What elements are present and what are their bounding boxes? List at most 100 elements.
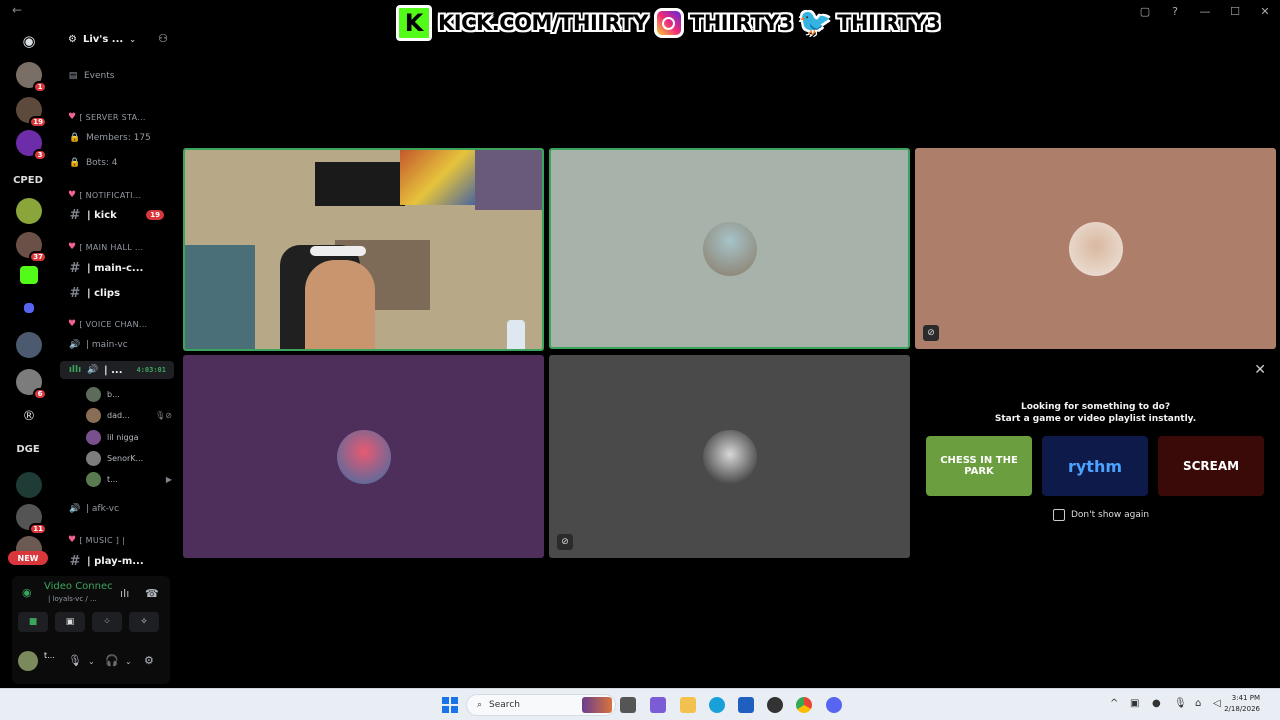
server-icon[interactable]: ® bbox=[16, 403, 42, 429]
video-tile-participant[interactable]: ⊘ bbox=[915, 148, 1276, 349]
server-icon[interactable]: 37 bbox=[16, 232, 47, 263]
gear-icon[interactable]: ⚙ bbox=[144, 654, 154, 667]
category-server-stats[interactable]: ♥ [ SERVER STA... bbox=[56, 108, 178, 126]
app-icon[interactable] bbox=[767, 697, 783, 713]
camera-button[interactable]: ■ bbox=[18, 612, 48, 632]
back-arrow-icon[interactable]: ← bbox=[12, 3, 22, 17]
voice-channel-main-vc[interactable]: 🔊 | main-vc bbox=[56, 336, 178, 354]
microphone-icon[interactable]: 🎙 bbox=[1174, 698, 1187, 709]
add-person-icon[interactable]: ⚇ bbox=[158, 32, 168, 45]
category-label: [ MAIN HALL ... bbox=[79, 242, 144, 252]
voice-channel-path[interactable]: | loyals-vc / ... bbox=[48, 595, 97, 603]
muted-mic-icon: ⊘ bbox=[557, 534, 573, 550]
server-label[interactable]: CPED bbox=[8, 167, 48, 193]
screen-share-button[interactable]: ▣ bbox=[55, 612, 85, 632]
voice-status[interactable]: Video Connec bbox=[44, 581, 113, 592]
category-music[interactable]: ♥ [ MUSIC ] | bbox=[56, 531, 178, 549]
heart-icon: ♥ bbox=[68, 112, 77, 122]
category-main-hall[interactable]: ♥ [ MAIN HALL ... bbox=[56, 238, 178, 256]
dont-show-again[interactable]: Don't show again bbox=[1053, 509, 1149, 521]
close-button[interactable]: ✕ bbox=[1250, 0, 1280, 22]
minimize-button[interactable]: — bbox=[1190, 0, 1220, 22]
avatar bbox=[86, 386, 101, 402]
chevron-down-icon[interactable]: ⌄ bbox=[88, 657, 95, 666]
server-settings-icon: ⚙ bbox=[68, 33, 77, 45]
category-voice[interactable]: ♥ [ VOICE CHAN... bbox=[56, 315, 178, 333]
avatar[interactable] bbox=[18, 651, 38, 671]
help-icon[interactable]: ? bbox=[1160, 0, 1190, 22]
server-label[interactable]: DGE bbox=[8, 436, 48, 462]
category-notifications[interactable]: ♥ [ NOTIFICATI... bbox=[56, 186, 178, 204]
inbox-icon[interactable]: ▢ bbox=[1130, 0, 1160, 22]
headphones-icon[interactable]: 🎧 bbox=[105, 654, 119, 667]
server-icon[interactable]: 19 bbox=[16, 97, 47, 128]
activity-card-chess[interactable]: CHESS IN THE PARK bbox=[926, 436, 1032, 496]
activity-card-rythm[interactable]: rythm bbox=[1042, 436, 1148, 496]
chevron-down-icon[interactable]: ⌄ bbox=[125, 657, 132, 666]
video-tile-participant[interactable] bbox=[183, 355, 544, 558]
unread-badge: 6 bbox=[33, 388, 47, 400]
avatar bbox=[86, 450, 101, 466]
voice-member[interactable]: t... ▶ bbox=[86, 470, 176, 488]
server-icon[interactable] bbox=[16, 472, 42, 498]
activity-card-scream[interactable]: SCREAM bbox=[1158, 436, 1264, 496]
voice-member[interactable]: b... bbox=[86, 385, 176, 403]
disconnect-icon[interactable]: ☎ bbox=[145, 587, 159, 600]
server-icon[interactable]: 11 bbox=[16, 504, 47, 535]
bed-shape bbox=[185, 245, 255, 349]
server-icon[interactable]: 6 bbox=[16, 369, 47, 400]
chrome-icon[interactable] bbox=[796, 697, 812, 713]
channel-bots[interactable]: 🔒 Bots: 4 bbox=[56, 154, 178, 172]
tray-app-icon[interactable]: ● bbox=[1152, 698, 1161, 709]
activities-button[interactable]: ⁘ bbox=[92, 612, 122, 632]
channel-clips[interactable]: # | clips bbox=[56, 284, 178, 302]
voice-member[interactable]: dad... 🎙⊘ bbox=[86, 406, 176, 424]
chevron-up-icon[interactable]: ^ bbox=[1110, 698, 1118, 709]
close-icon[interactable]: ✕ bbox=[1254, 362, 1266, 378]
copilot-icon[interactable] bbox=[650, 697, 666, 713]
events-item[interactable]: ▤ Events bbox=[56, 67, 178, 85]
channel-kick[interactable]: # | kick 19 bbox=[56, 206, 178, 224]
server-icon[interactable] bbox=[16, 332, 42, 358]
server-icon[interactable]: 1 bbox=[16, 62, 47, 93]
search-placeholder: Search bbox=[489, 700, 520, 710]
tray-app-icon[interactable]: ▣ bbox=[1130, 698, 1139, 709]
voice-member[interactable]: SenorK... bbox=[86, 449, 176, 467]
task-view-icon[interactable] bbox=[620, 697, 636, 713]
network-icon[interactable]: ⌂ bbox=[1195, 698, 1201, 709]
store-icon[interactable] bbox=[738, 697, 754, 713]
voice-channel-active[interactable]: ıllı 🔊 | ... 4:03:01 bbox=[60, 361, 174, 379]
noise-suppression-icon[interactable]: ıIı bbox=[120, 587, 129, 600]
video-tile-participant[interactable] bbox=[549, 148, 910, 349]
server-header[interactable]: ⚙ Liv's ... ⌄ ⚇ bbox=[56, 22, 178, 56]
channel-main-chat[interactable]: # | main-c... bbox=[56, 259, 178, 277]
server-icon[interactable] bbox=[24, 303, 34, 313]
windows-start-icon[interactable] bbox=[442, 697, 458, 713]
checkbox[interactable] bbox=[1053, 509, 1065, 521]
discord-home-icon[interactable]: ◉ bbox=[16, 28, 42, 54]
unread-badge: 1 bbox=[33, 81, 47, 93]
kick-server-icon[interactable] bbox=[20, 266, 38, 284]
discord-icon[interactable] bbox=[826, 697, 842, 713]
server-icon[interactable] bbox=[16, 198, 42, 224]
server-icon[interactable]: 3 bbox=[16, 130, 47, 161]
edge-icon[interactable] bbox=[709, 697, 725, 713]
volume-icon[interactable]: ◁ bbox=[1213, 698, 1221, 709]
video-tile-webcam[interactable] bbox=[183, 148, 544, 351]
system-clock[interactable]: 3:41 PM 2/18/2026 bbox=[1224, 693, 1260, 715]
muted-mic-icon: ⊘ bbox=[923, 325, 939, 341]
widget-icon[interactable] bbox=[582, 697, 612, 713]
voice-activity-icon: ıllı bbox=[68, 365, 82, 375]
voice-connection-panel: ◉ Video Connec | loyals-vc / ... ıIı ☎ ■… bbox=[12, 576, 170, 684]
maximize-button[interactable]: ☐ bbox=[1220, 0, 1250, 22]
voice-channel-afk[interactable]: 🔊 | afk-vc bbox=[56, 500, 178, 518]
avatar bbox=[336, 429, 391, 484]
file-explorer-icon[interactable] bbox=[680, 697, 696, 713]
channel-label: | play-m... bbox=[87, 555, 144, 567]
channel-members[interactable]: 🔒 Members: 175 bbox=[56, 129, 178, 147]
microphone-icon[interactable]: 🎙 bbox=[68, 654, 82, 667]
soundboard-button[interactable]: ✧ bbox=[129, 612, 159, 632]
voice-member[interactable]: lil nigga bbox=[86, 428, 176, 446]
video-tile-participant[interactable]: ⊘ bbox=[549, 355, 910, 558]
channel-play-music[interactable]: # | play-m... bbox=[56, 552, 178, 570]
